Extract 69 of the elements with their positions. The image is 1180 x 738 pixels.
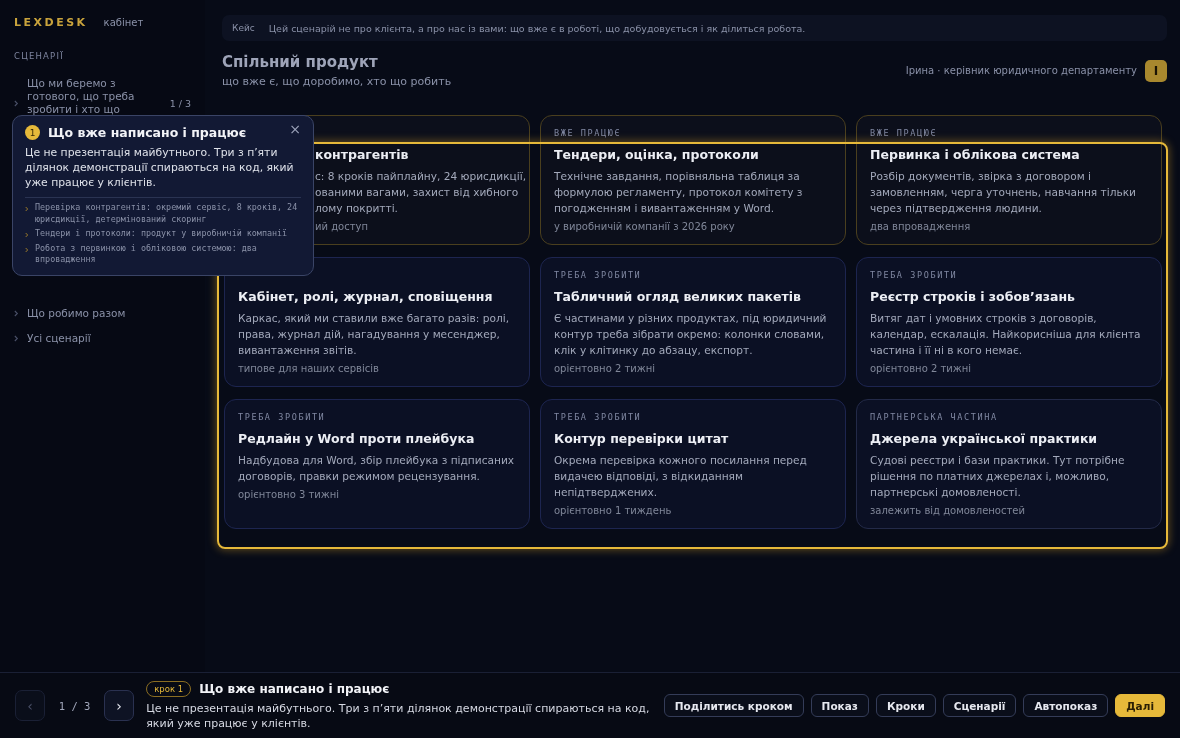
next-button[interactable]: › (103, 690, 135, 721)
step-text: Це не презентація майбутнього. Три з п’яти ділянок демонстрації спираються на код, який уже працює у клієнтів. (146, 700, 651, 731)
logo-subtitle: кабінет (103, 17, 144, 28)
case-tag: Кейс (232, 23, 255, 33)
card-text: Витяг дат і умовних строків з договорів, календар, ескалація. Найкорисніша для клієнта частина і її ні в кого немає. (870, 311, 1142, 358)
card-text: Технічне завдання, порівняльна таблиця за формулою регламенту, протокол комітету з погодженням і вивантаженням у Word. (554, 169, 804, 216)
sidebar-item[interactable]: Що робимо разом (27, 307, 191, 320)
chevron-icon (14, 310, 19, 317)
section-label: СЦЕНАРІЇ (14, 51, 65, 61)
logo[interactable]: LEXDESK (14, 16, 88, 29)
popover-point: Тендери і протоколи: продукт у виробничій компанії (35, 228, 288, 240)
card-title: Реєстр строків і зобов’язань (870, 289, 1076, 304)
page-subtitle: що вже є, що доробимо, хто що робить (222, 75, 452, 88)
card-text: Надбудова для Word, збір плейбука з підписаних договорів, правки режимом рецензування. (238, 453, 516, 484)
card-note: два впровадження (870, 221, 972, 232)
step-number: 1 (25, 125, 40, 140)
footer-button[interactable]: Автопоказ (1023, 694, 1109, 717)
popover-text: Це не презентація майбутнього. Три з п’яти ділянок демонстрації спираються на код, який уже працює у клієнтів. (25, 145, 295, 190)
footer-button[interactable]: Поділитись кроком (663, 694, 804, 717)
card-text: Є частинами у різних продуктах, під юридичний контур треба зібрати окремо: колонки словами, клік у клітинку до абзацу, експорт. (554, 311, 828, 358)
card-title: Первинка і облікова система (870, 147, 1081, 162)
step-title: Що вже написано і працює (199, 681, 390, 696)
card-note: у виробничій компанії з 2026 року (554, 221, 736, 232)
card-note: типове для наших сервісів (238, 363, 380, 374)
card-title: Джерела української практики (870, 431, 1099, 446)
card-title: Тендери, оцінка, протоколи (554, 147, 760, 162)
card-note: залежить від домовленостей (870, 505, 1026, 516)
chevron-icon (14, 335, 19, 342)
popover-point: Робота з первинкою і обліковою системою: два впровадження (35, 242, 258, 266)
card-category: ТРЕБА ЗРОБИТИ (554, 412, 643, 422)
chevron-icon (25, 206, 29, 212)
footer-button[interactable]: Кроки (875, 694, 936, 717)
card-note: орієнтовно 2 тижні (870, 363, 973, 374)
sidebar-item[interactable]: Усі сценарії (27, 332, 191, 345)
card-category: ВЖЕ ПРАЦЮЄ (554, 128, 623, 138)
chevron-icon (14, 99, 19, 107)
card-text: Каркас, який ми ставили вже багато разів: ролі, права, журнал дій, нагадування у месенджер, вивантаження звітів. (238, 311, 510, 358)
card-text: с: 8 кроків пайплайну, 24 юрисдикції, ованими вагами, захист від хибного лому покритті. (315, 169, 526, 216)
card-category: ПАРТНЕРСЬКА ЧАСТИНА (870, 412, 999, 422)
card-title: Контур перевірки цитат (554, 431, 730, 446)
popover-title: Що вже написано і працює (48, 125, 248, 140)
card-text: Розбір документів, звірка з договором і замовленням, черга уточнень, навчання тільки через підтвердження людини. (870, 169, 1137, 216)
card-note: орієнтовно 3 тижні (238, 489, 341, 500)
avatar[interactable]: І (1145, 59, 1167, 82)
card-category: ТРЕБА ЗРОБИТИ (554, 270, 643, 280)
card-note: орієнтовно 2 тижні (554, 363, 657, 374)
chevron-icon (25, 246, 29, 253)
card-title: Кабінет, ролі, журнал, сповіщення (238, 289, 494, 304)
card-category: ТРЕБА ЗРОБИТИ (238, 412, 327, 422)
step-count: 1 / 3 (169, 97, 191, 109)
footer-button[interactable]: Далі (1115, 694, 1165, 717)
user-name: Ірина · керівник юридичного департаменту (905, 65, 1137, 76)
card-title: Табличний огляд великих пакетів (554, 289, 802, 304)
close-button[interactable]: × (289, 121, 301, 136)
card-text: Окрема перевірка кожного посилання перед видачею відповіді, з відкиданням непідтверджених. (554, 453, 808, 500)
card-text: Судові реєстри і бази практики. Тут потрібне рішення по платних джерелах і, можливо, партнерські домовленості. (870, 453, 1126, 500)
step-counter: 1 / 3 (57, 699, 92, 712)
footer-button[interactable]: Показ (810, 694, 869, 717)
card-title: контрагентів (315, 147, 409, 162)
card-note: орієнтовно 1 тиждень (554, 505, 673, 516)
footer-button[interactable]: Сценарії (942, 694, 1017, 717)
case-text: Цей сценарій не про клієнта, а про нас із вами: що вже є в роботі, що добудовується і як ділиться робота. (268, 22, 806, 34)
chevron-icon (25, 232, 29, 238)
popover-point: Перевірка контрагентів: окремий сервіс, 8 кроків, 24 юрисдикції, детермінований скоринг (35, 202, 299, 225)
card-note: ий доступ (315, 221, 368, 232)
card-category: ТРЕБА ЗРОБИТИ (870, 270, 959, 280)
card-category: ВЖЕ ПРАЦЮЄ (870, 128, 939, 138)
page-title: Спільний продукт (222, 53, 379, 71)
card-title: Редлайн у Word проти плейбука (238, 431, 476, 446)
